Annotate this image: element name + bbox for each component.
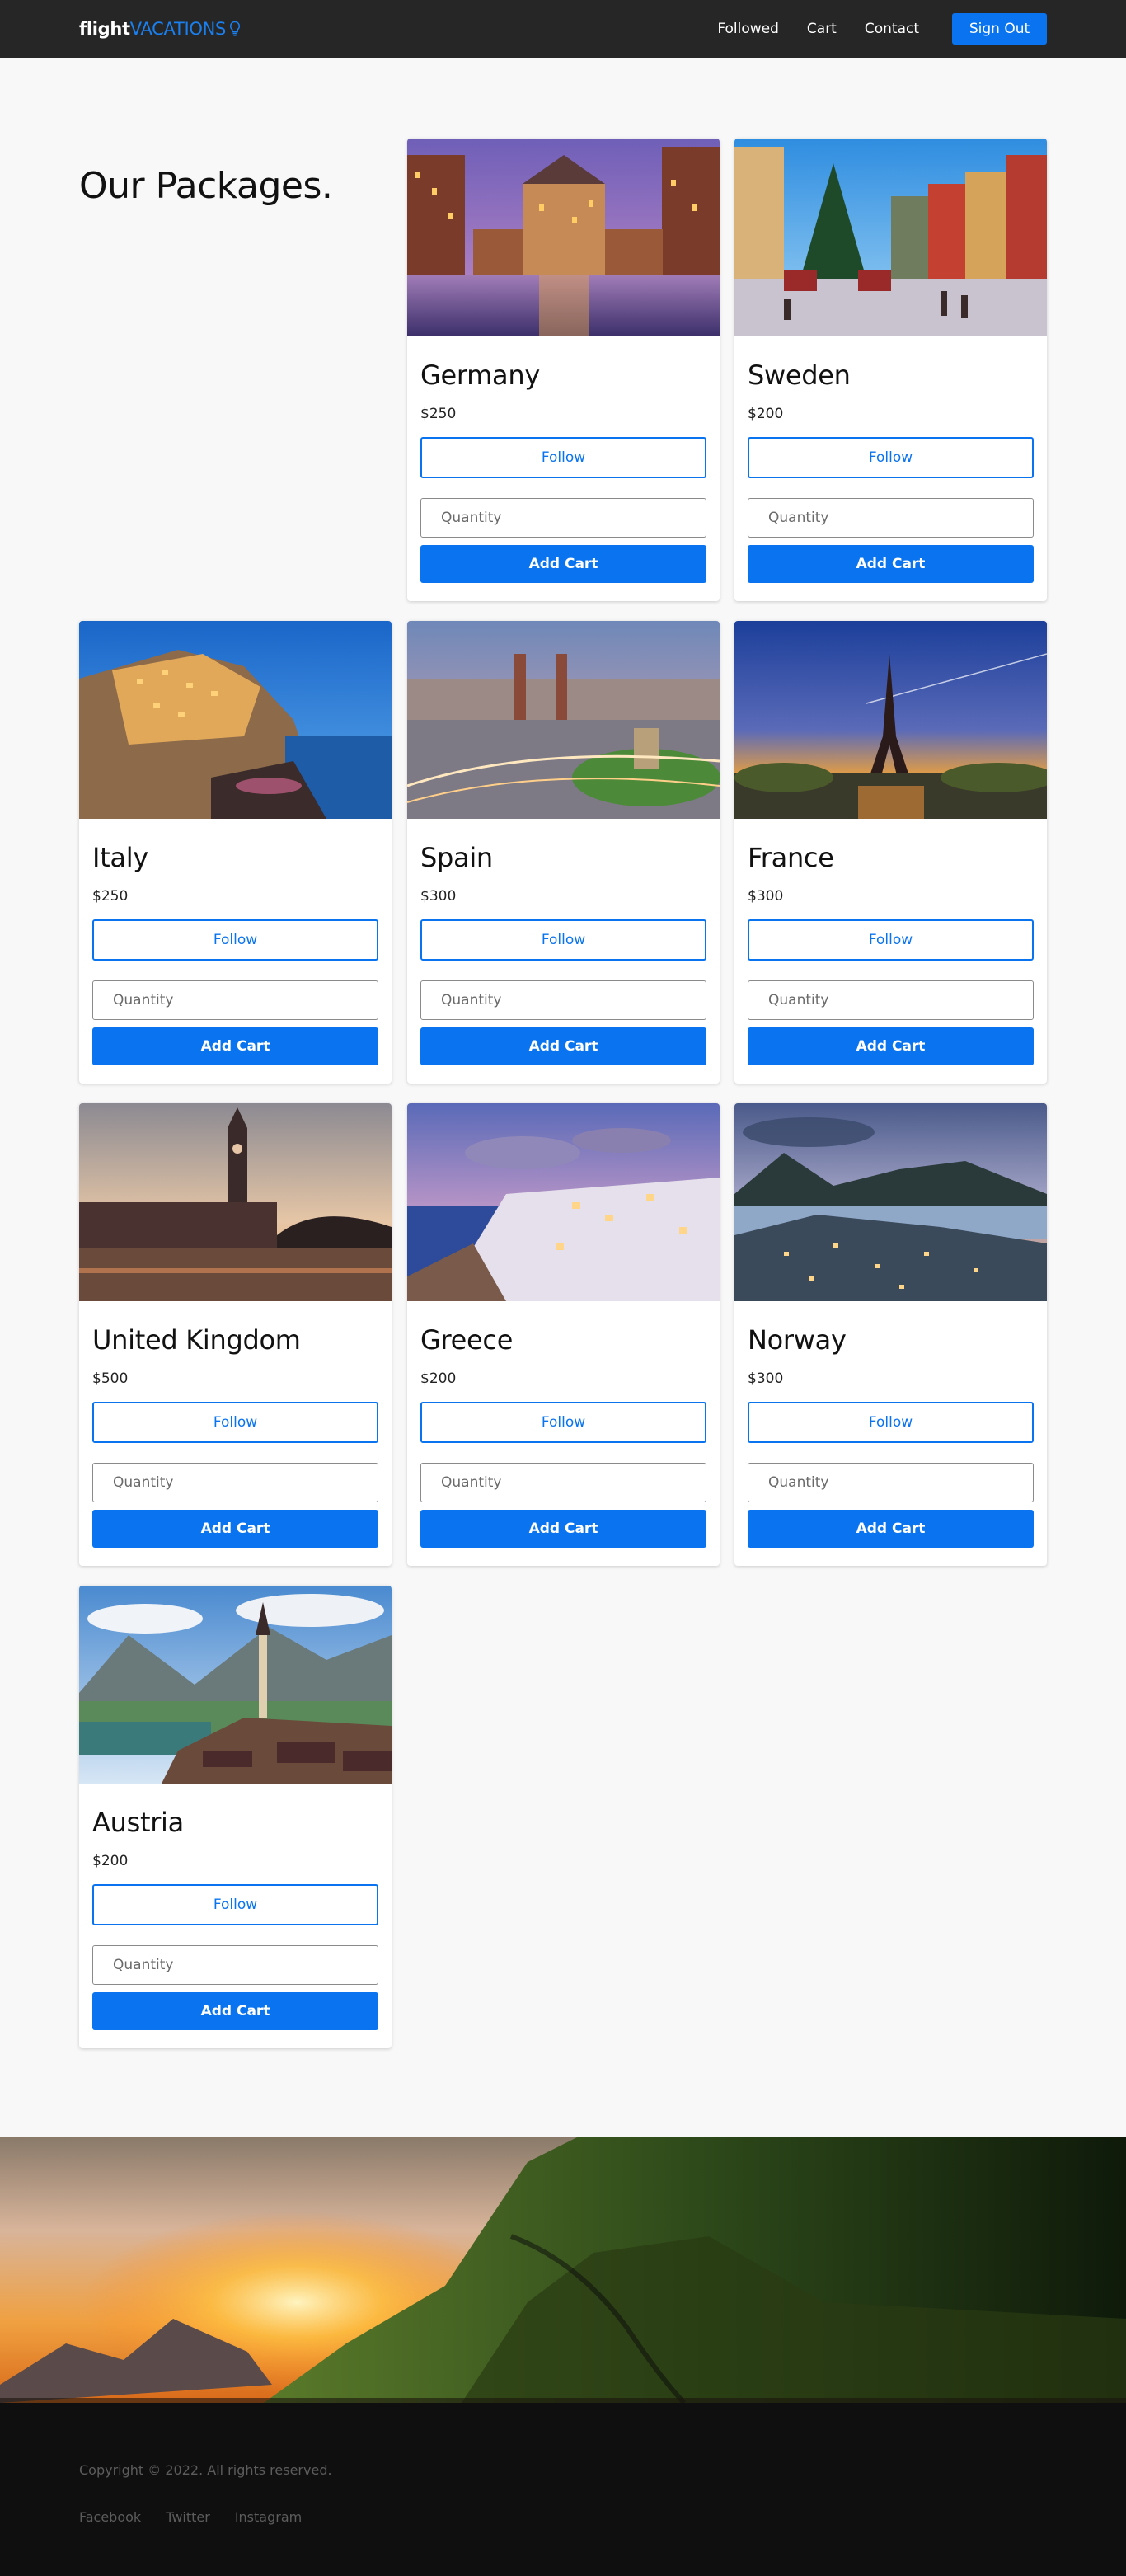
sign-out-button[interactable]: Sign Out <box>952 13 1047 45</box>
package-price: $200 <box>748 406 784 422</box>
package-name: Italy <box>92 842 148 873</box>
page-title: Our Packages. <box>79 165 333 207</box>
add-cart-button[interactable]: Add Cart <box>748 545 1034 583</box>
add-cart-button[interactable]: Add Cart <box>748 1027 1034 1065</box>
package-card-germany: Germany $250 Follow Add Cart <box>407 139 720 601</box>
add-cart-button[interactable]: Add Cart <box>92 1992 378 2030</box>
lightbulb-icon <box>229 21 241 37</box>
package-card-norway: Norway $300 Follow Add Cart <box>734 1103 1047 1566</box>
facebook-link[interactable]: Facebook <box>79 2509 141 2525</box>
package-name: Norway <box>748 1324 847 1356</box>
quantity-input[interactable] <box>92 1463 378 1502</box>
santorini-village-photo <box>407 1103 720 1301</box>
follow-button[interactable]: Follow <box>420 1402 706 1443</box>
package-card-greece: Greece $200 Follow Add Cart <box>407 1103 720 1566</box>
quantity-input[interactable] <box>420 980 706 1020</box>
package-price: $300 <box>420 888 457 905</box>
follow-button[interactable]: Follow <box>420 919 706 961</box>
package-price: $300 <box>748 1370 784 1387</box>
packages-section: Our Packages. Germany $250 Follow Quanti… <box>0 58 1126 2137</box>
package-price: $200 <box>92 1853 129 1869</box>
package-card-spain: Spain $300 Follow Add Cart <box>407 621 720 1084</box>
barcelona-plaza-photo <box>407 621 720 819</box>
follow-button[interactable]: Follow <box>748 919 1034 961</box>
instagram-link[interactable]: Instagram <box>235 2509 302 2525</box>
add-cart-button[interactable]: Add Cart <box>92 1027 378 1065</box>
stockholm-christmas-market-photo <box>734 139 1047 336</box>
follow-button[interactable]: Follow <box>92 1402 378 1443</box>
hamburg-canal-photo <box>407 139 720 336</box>
package-name: United Kingdom <box>92 1324 301 1356</box>
follow-button[interactable]: Follow <box>748 437 1034 478</box>
hallstatt-lake-photo <box>79 1586 392 1784</box>
quantity-input[interactable] <box>748 498 1034 538</box>
package-price: $250 <box>92 888 129 905</box>
quantity-input[interactable] <box>748 980 1034 1020</box>
package-price: $300 <box>748 888 784 905</box>
quantity-input[interactable] <box>420 1463 706 1502</box>
package-name: Austria <box>92 1807 184 1838</box>
add-cart-button[interactable]: Add Cart <box>420 1510 706 1548</box>
package-name: Greece <box>420 1324 514 1356</box>
add-cart-button[interactable]: Add Cart <box>420 1027 706 1065</box>
footer: Copyright © 2022. All rights reserved. F… <box>0 2403 1126 2576</box>
alesund-town-photo <box>734 1103 1047 1301</box>
follow-button[interactable]: Follow <box>748 1402 1034 1443</box>
eiffel-tower-sunset-photo <box>734 621 1047 819</box>
nav-link-cart[interactable]: Cart <box>807 21 837 37</box>
package-card-sweden: Sweden $200 Follow Add Cart <box>734 139 1047 601</box>
package-name: France <box>748 842 834 873</box>
quantity-input[interactable] <box>748 1463 1034 1502</box>
add-cart-button[interactable]: Add Cart <box>420 545 706 583</box>
package-name: Sweden <box>748 360 851 391</box>
package-price: $500 <box>92 1370 129 1387</box>
follow-button[interactable]: Follow <box>92 919 378 961</box>
copyright-text: Copyright © 2022. All rights reserved. <box>79 2462 332 2478</box>
add-cart-button[interactable]: Add Cart <box>748 1510 1034 1548</box>
follow-button[interactable]: Follow <box>420 437 706 478</box>
follow-button[interactable]: Follow <box>92 1884 378 1925</box>
package-price: $250 <box>420 406 457 422</box>
package-card-france: France $300 Follow Add Cart <box>734 621 1047 1084</box>
brand-name-part2: VACATIONS <box>129 19 227 39</box>
manarola-cliff-village-photo <box>79 621 392 819</box>
package-name: Spain <box>420 842 493 873</box>
navbar: flight VACATIONS Followed Cart Contact S… <box>0 0 1126 58</box>
mountain-sunset-photo <box>0 2137 1126 2403</box>
nav-link-contact[interactable]: Contact <box>865 21 919 37</box>
quantity-input[interactable] <box>92 980 378 1020</box>
package-card-united-kingdom: United Kingdom $500 Follow Add Cart <box>79 1103 392 1566</box>
big-ben-thames-photo <box>79 1103 392 1301</box>
nav-link-followed[interactable]: Followed <box>717 21 779 37</box>
package-price: $200 <box>420 1370 457 1387</box>
add-cart-button[interactable]: Add Cart <box>92 1510 378 1548</box>
twitter-link[interactable]: Twitter <box>166 2509 210 2525</box>
package-card-italy: Italy $250 Follow Add Cart <box>79 621 392 1084</box>
package-card-austria: Austria $200 Follow Add Cart <box>79 1586 392 2048</box>
quantity-input[interactable] <box>420 498 706 538</box>
package-name: Germany <box>420 360 540 391</box>
brand-logo[interactable]: flight VACATIONS <box>79 19 241 39</box>
quantity-input[interactable] <box>92 1945 378 1985</box>
brand-name-part1: flight <box>79 19 130 39</box>
social-links: Facebook Twitter Instagram <box>79 2509 1047 2525</box>
nav-links: Followed Cart Contact Sign Out <box>689 13 1047 45</box>
